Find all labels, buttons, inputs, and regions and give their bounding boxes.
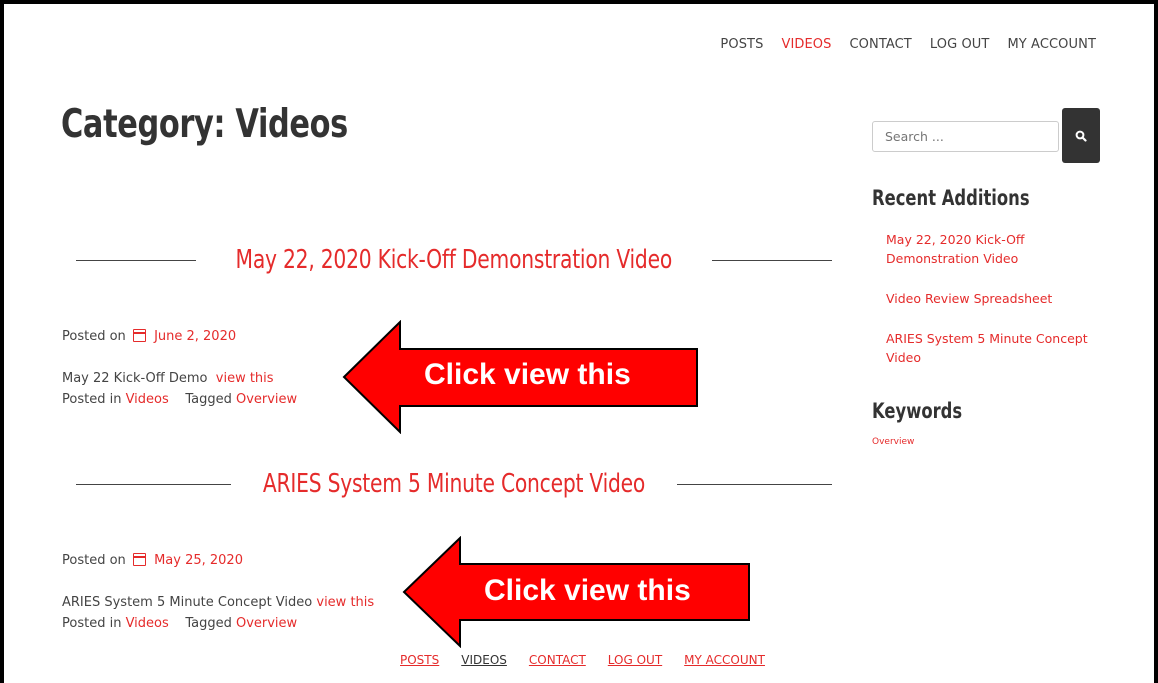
- nav-log-out[interactable]: LOG OUT: [930, 37, 990, 52]
- recent-item-2[interactable]: Video Review Spreadsheet: [886, 289, 1101, 308]
- search-button[interactable]: [1062, 108, 1100, 163]
- post-1-category[interactable]: Videos: [126, 392, 169, 407]
- footer-nav-videos[interactable]: VIDEOS: [461, 653, 507, 667]
- recent-additions-heading: Recent Additions: [872, 186, 1030, 210]
- footer-nav: POSTS VIDEOS CONTACT LOG OUT MY ACCOUNT: [400, 653, 787, 667]
- posted-in-label: Posted in: [62, 392, 122, 407]
- arrow-label-2: Click view this: [484, 574, 691, 607]
- keyword-overview[interactable]: Overview: [872, 437, 914, 447]
- nav-my-account[interactable]: MY ACCOUNT: [1007, 37, 1096, 52]
- recent-item-3[interactable]: ARIES System 5 Minute Concept Video: [886, 329, 1101, 367]
- post-1-meta: Posted on June 2, 2020: [62, 329, 236, 344]
- calendar-icon: [132, 329, 146, 342]
- post-2-tag[interactable]: Overview: [236, 616, 297, 631]
- post-2-excerpt: ARIES System 5 Minute Concept Video: [62, 595, 313, 610]
- post-1-view-link[interactable]: view this: [216, 371, 274, 386]
- post-1-tag[interactable]: Overview: [236, 392, 297, 407]
- divider: [76, 259, 197, 261]
- nav-videos[interactable]: VIDEOS: [781, 37, 831, 52]
- search-icon: [1075, 130, 1087, 142]
- post-1-header: May 22, 2020 Kick-Off Demonstration Vide…: [76, 240, 833, 280]
- post-1-title[interactable]: May 22, 2020 Kick-Off Demonstration Vide…: [226, 245, 681, 275]
- posted-on-label: Posted on: [62, 329, 126, 344]
- calendar-icon: [132, 553, 146, 566]
- footer-nav-my-account[interactable]: MY ACCOUNT: [684, 653, 765, 667]
- nav-contact[interactable]: CONTACT: [850, 37, 912, 52]
- posted-on-label: Posted on: [62, 553, 126, 568]
- post-2-title[interactable]: ARIES System 5 Minute Concept Video: [254, 469, 655, 499]
- post-2-meta: Posted on May 25, 2020: [62, 553, 243, 568]
- divider: [76, 483, 232, 485]
- post-2-date[interactable]: May 25, 2020: [154, 553, 243, 568]
- tagged-label: Tagged: [185, 616, 232, 631]
- post-1-excerpt: May 22 Kick-Off Demo: [62, 371, 208, 386]
- divider: [676, 483, 833, 485]
- tagged-label: Tagged: [185, 392, 232, 407]
- post-1-excerpt-line: May 22 Kick-Off Demo view this: [62, 369, 274, 389]
- posted-in-label: Posted in: [62, 616, 122, 631]
- nav-posts[interactable]: POSTS: [720, 37, 763, 52]
- footer-nav-contact[interactable]: CONTACT: [529, 653, 586, 667]
- keywords-heading: Keywords: [872, 399, 963, 423]
- post-2-excerpt-line: ARIES System 5 Minute Concept Video view…: [62, 593, 374, 613]
- top-nav: POSTS VIDEOS CONTACT LOG OUT MY ACCOUNT: [702, 37, 1096, 52]
- post-1-date[interactable]: June 2, 2020: [154, 329, 236, 344]
- post-2-category[interactable]: Videos: [126, 616, 169, 631]
- post-2-header: ARIES System 5 Minute Concept Video: [76, 464, 833, 504]
- search-input[interactable]: [872, 121, 1059, 152]
- divider: [711, 259, 833, 261]
- page-title: Category: Videos: [61, 102, 348, 147]
- arrow-label-1: Click view this: [424, 358, 631, 391]
- footer-nav-posts[interactable]: POSTS: [400, 653, 439, 667]
- post-2-taxonomy: Posted in Videos Tagged Overview: [62, 614, 297, 634]
- page: POSTS VIDEOS CONTACT LOG OUT MY ACCOUNT …: [4, 4, 1154, 683]
- post-1-taxonomy: Posted in Videos Tagged Overview: [62, 390, 297, 410]
- recent-item-1[interactable]: May 22, 2020 Kick-Off Demonstration Vide…: [886, 230, 1101, 268]
- footer-nav-log-out[interactable]: LOG OUT: [608, 653, 662, 667]
- post-2-view-link[interactable]: view this: [316, 595, 374, 610]
